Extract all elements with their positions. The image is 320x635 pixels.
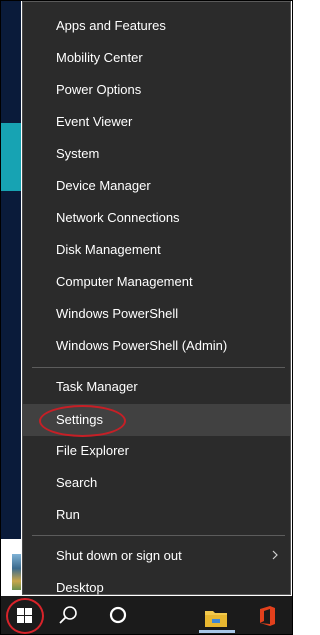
- desktop-thumbnail: [12, 554, 21, 590]
- settings-annotation-circle: [39, 405, 126, 437]
- menu-item-apps-and-features[interactable]: Apps and Features: [23, 11, 290, 41]
- menu-item-label: Power Options: [56, 82, 142, 97]
- menu-item-label: Device Manager: [56, 178, 151, 193]
- menu-item-file-explorer[interactable]: File Explorer: [23, 436, 290, 466]
- menu-item-run[interactable]: Run: [23, 500, 290, 530]
- menu-item-label: Shut down or sign out: [56, 548, 182, 563]
- menu-item-device-manager[interactable]: Device Manager: [23, 171, 290, 201]
- menu-item-system[interactable]: System: [23, 139, 290, 169]
- office-icon[interactable]: [256, 605, 278, 627]
- menu-item-task-manager[interactable]: Task Manager: [23, 372, 290, 402]
- chevron-right-icon: [272, 550, 278, 560]
- menu-item-label: Network Connections: [56, 210, 180, 225]
- search-icon[interactable]: [57, 604, 79, 626]
- menu-item-disk-management[interactable]: Disk Management: [23, 235, 290, 265]
- menu-item-label: Apps and Features: [56, 18, 166, 33]
- menu-item-network-connections[interactable]: Network Connections: [23, 203, 290, 233]
- menu-item-label: Desktop: [56, 580, 104, 595]
- start-annotation-circle: [6, 598, 44, 634]
- menu-item-label: Mobility Center: [56, 50, 143, 65]
- menu-item-shut-down-or-sign-out[interactable]: Shut down or sign out: [23, 541, 290, 571]
- file-explorer-icon[interactable]: [204, 608, 228, 628]
- menu-item-label: Event Viewer: [56, 114, 133, 129]
- menu-item-label: Search: [56, 475, 98, 490]
- menu-item-label: Disk Management: [56, 242, 161, 257]
- menu-item-mobility-center[interactable]: Mobility Center: [23, 43, 290, 73]
- menu-separator: [32, 367, 285, 368]
- desktop-background: [1, 1, 21, 539]
- menu-item-power-options[interactable]: Power Options: [23, 75, 290, 105]
- start-button[interactable]: [1, 596, 47, 634]
- cortana-icon[interactable]: [107, 604, 129, 626]
- menu-item-search[interactable]: Search: [23, 468, 290, 498]
- menu-item-event-viewer[interactable]: Event Viewer: [23, 107, 290, 137]
- menu-item-label: Windows PowerShell (Admin): [56, 338, 228, 353]
- menu-item-label: Task Manager: [56, 379, 138, 394]
- menu-item-label: Computer Management: [56, 274, 193, 289]
- active-app-indicator: [199, 630, 235, 633]
- menu-item-label: Run: [56, 507, 80, 522]
- menu-separator: [32, 535, 285, 536]
- menu-item-windows-powershell-admin[interactable]: Windows PowerShell (Admin): [23, 331, 290, 361]
- menu-item-label: Windows PowerShell: [56, 306, 179, 321]
- menu-item-label: File Explorer: [56, 443, 129, 458]
- menu-item-label: System: [56, 146, 100, 161]
- desktop-window-edge: [1, 123, 21, 191]
- taskbar: [1, 596, 292, 634]
- winx-context-menu: Apps and Features Mobility Center Power …: [22, 1, 291, 595]
- menu-item-computer-management[interactable]: Computer Management: [23, 267, 290, 297]
- menu-item-windows-powershell[interactable]: Windows PowerShell: [23, 299, 290, 329]
